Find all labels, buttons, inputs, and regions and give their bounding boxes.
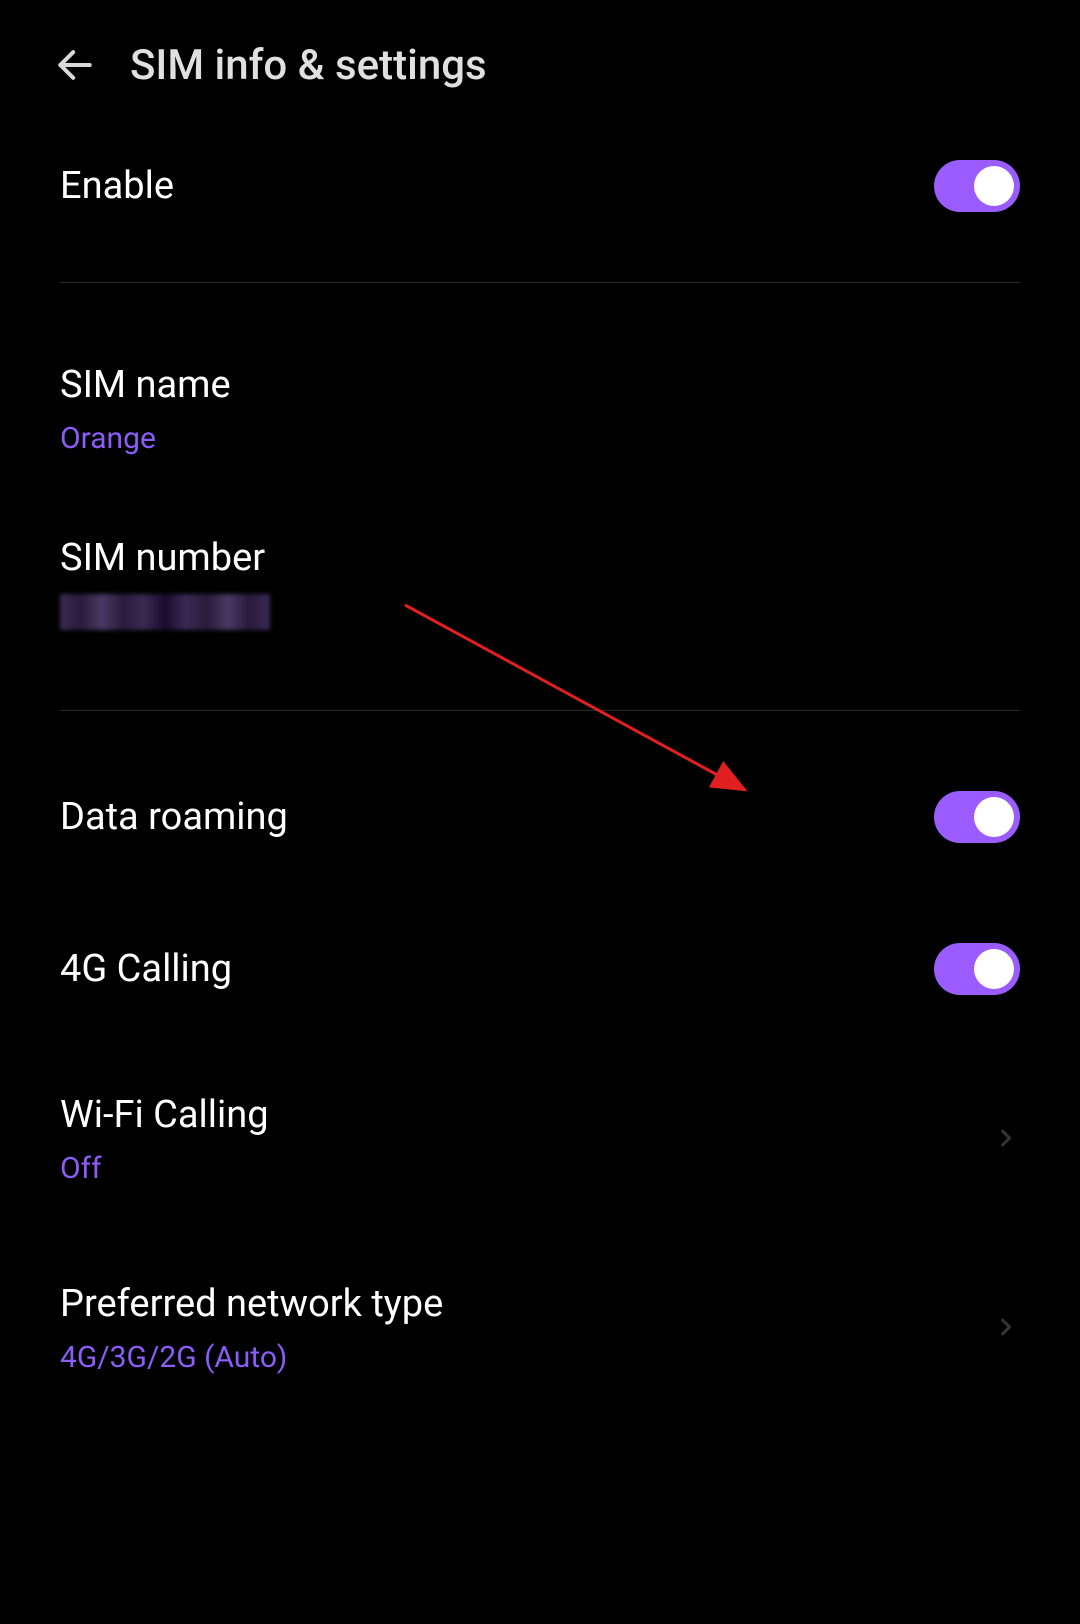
toggle-knob: [974, 797, 1014, 837]
preferred-network-value: 4G/3G/2G (Auto): [60, 1340, 443, 1375]
preferred-network-label: Preferred network type: [60, 1282, 443, 1326]
back-button[interactable]: [50, 40, 100, 90]
wifi-calling-value: Off: [60, 1151, 269, 1186]
data-roaming-toggle[interactable]: [934, 791, 1020, 843]
data-roaming-label: Data roaming: [60, 795, 288, 839]
enable-label: Enable: [60, 164, 174, 208]
divider: [60, 282, 1020, 283]
toggle-knob: [974, 949, 1014, 989]
sim-name-label: SIM name: [60, 363, 231, 407]
enable-toggle[interactable]: [934, 160, 1020, 212]
page-title: SIM info & settings: [130, 41, 487, 90]
sim-number-label: SIM number: [60, 536, 270, 580]
sim-number-row[interactable]: SIM number: [60, 496, 1020, 690]
sim-name-row[interactable]: SIM name Orange: [60, 303, 1020, 496]
divider: [60, 710, 1020, 711]
header: SIM info & settings: [0, 0, 1080, 110]
data-roaming-row: Data roaming: [60, 731, 1020, 893]
preferred-network-row[interactable]: Preferred network type 4G/3G/2G (Auto): [60, 1234, 1020, 1423]
4g-calling-toggle[interactable]: [934, 943, 1020, 995]
chevron-right-icon: [992, 1124, 1020, 1156]
wifi-calling-row[interactable]: Wi-Fi Calling Off: [60, 1045, 1020, 1234]
enable-row: Enable: [60, 110, 1020, 262]
settings-list: Enable SIM name Orange SIM number Data r…: [0, 110, 1080, 1423]
sim-name-value: Orange: [60, 421, 231, 456]
toggle-knob: [974, 166, 1014, 206]
chevron-right-icon: [992, 1313, 1020, 1345]
4g-calling-row: 4G Calling: [60, 893, 1020, 1045]
wifi-calling-label: Wi-Fi Calling: [60, 1093, 269, 1137]
4g-calling-label: 4G Calling: [60, 947, 232, 991]
back-arrow-icon: [53, 43, 97, 87]
sim-number-value-redacted: [60, 594, 270, 630]
